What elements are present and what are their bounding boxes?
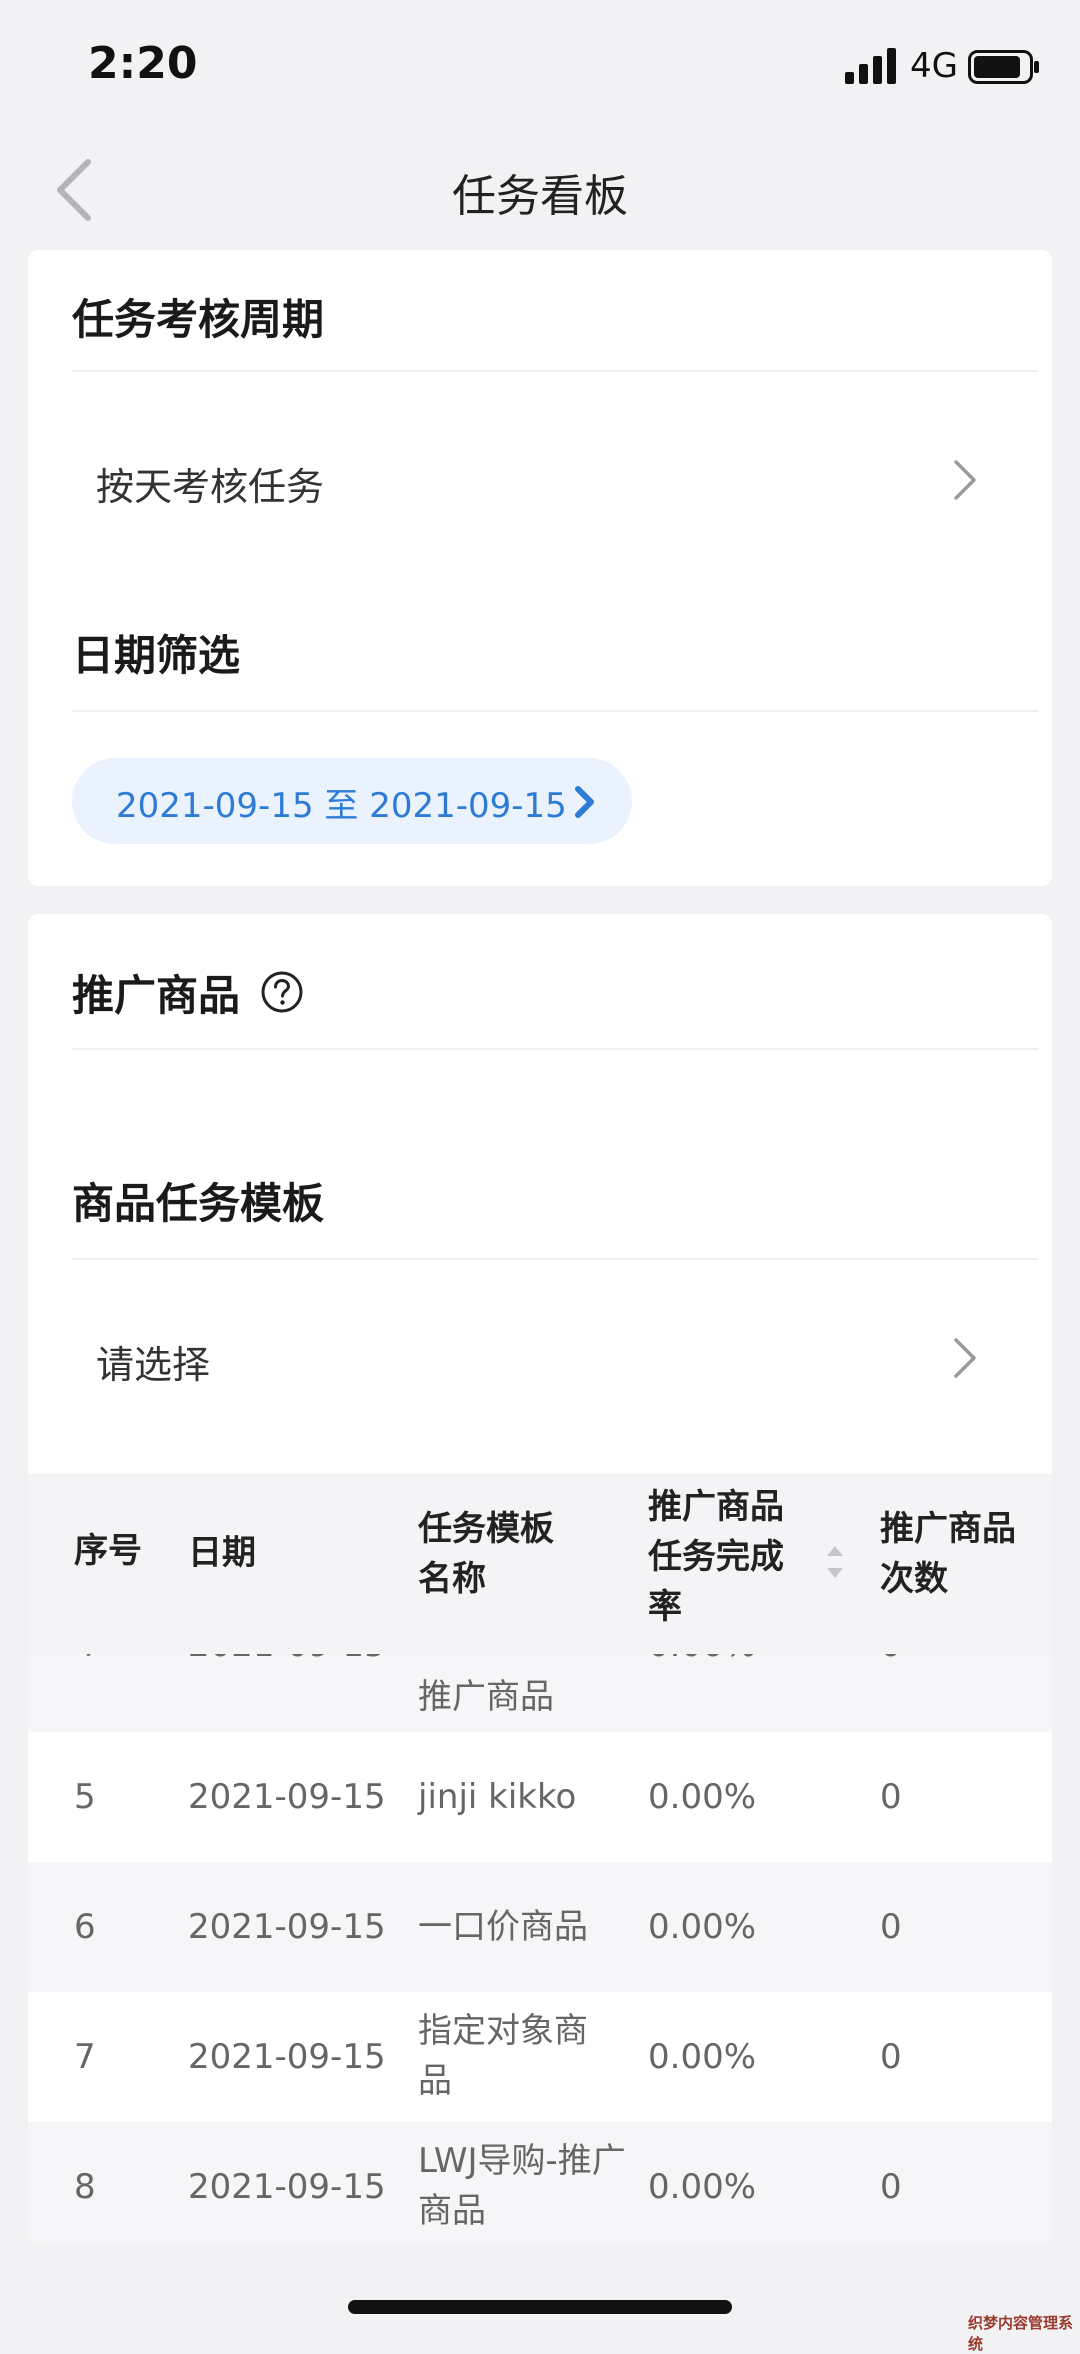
- cell-index: 7: [74, 2037, 96, 2077]
- cell-date: 2021-09-15: [188, 2167, 386, 2207]
- table-header: 序号 日期 任务模板名称 推广商品任务完成率 推广商品次数: [28, 1474, 1052, 1654]
- chevron-right-icon: [954, 460, 976, 500]
- divider: [72, 1048, 1038, 1050]
- cell-count: 0: [880, 2167, 902, 2207]
- cell-date: 2021-09-15: [188, 2037, 386, 2077]
- promo-goods-title: 推广商品: [72, 971, 241, 1020]
- goods-template-placeholder: 请选择: [96, 1343, 211, 1387]
- divider: [72, 370, 1038, 372]
- status-time: 2:20: [88, 38, 198, 89]
- home-indicator: [348, 2300, 732, 2314]
- cell-template-name: 指定对象商品: [418, 2011, 588, 2101]
- cell-index: 8: [74, 2167, 96, 2207]
- cell-index: 6: [74, 1907, 96, 1947]
- goods-template-title: 商品任务模板: [72, 1179, 325, 1228]
- chevron-right-icon: [575, 786, 594, 818]
- status-bar: 2:20 4G: [0, 0, 1080, 132]
- cell-template-name: 一口价商品: [418, 1907, 588, 1947]
- cell-index: 5: [74, 1777, 96, 1817]
- cell-completion-rate: 0.00%: [648, 2167, 757, 2207]
- cell-completion-rate: 0.00%: [648, 1777, 757, 1817]
- sort-icon[interactable]: [824, 1542, 846, 1582]
- watermark: 织梦内容管理系统: [968, 2314, 1074, 2353]
- signal-icon: [845, 48, 896, 84]
- cell-date: 2021-09-15: [188, 1907, 386, 1947]
- nav-bar: 任务看板: [0, 132, 1080, 244]
- header-completion-rate[interactable]: 推广商品任务完成率: [648, 1482, 798, 1632]
- goods-card: 推广商品 商品任务模板 请选择 序号 日期 任务模板名称 推广商品任务完成率 推…: [28, 914, 1052, 2244]
- date-range-button[interactable]: 2021-09-15 至 2021-09-15: [72, 758, 632, 844]
- header-template-name: 任务模板名称: [418, 1509, 554, 1599]
- date-filter-title: 日期筛选: [72, 631, 241, 680]
- cell-template-name: LWJ导购-推广商品: [418, 2141, 626, 2231]
- cell-template-name: 推广商品: [418, 1677, 554, 1717]
- header-index: 序号: [74, 1531, 142, 1571]
- cell-count: 0: [880, 1777, 902, 1817]
- header-count: 推广商品次数: [880, 1509, 1016, 1599]
- network-label: 4G: [910, 46, 958, 86]
- goods-template-select[interactable]: 请选择: [28, 1296, 1052, 1416]
- table-row[interactable]: 5 2021-09-15 jinji kikko 0.00% 0: [28, 1732, 1052, 1862]
- assessment-period-value: 按天考核任务: [96, 465, 325, 509]
- cell-completion-rate: 0.00%: [648, 2037, 757, 2077]
- assessment-period-title: 任务考核周期: [72, 295, 325, 344]
- table-row[interactable]: 6 2021-09-15 一口价商品 0.00% 0: [28, 1862, 1052, 1992]
- table-row[interactable]: 8 2021-09-15 LWJ导购-推广商品 0.00% 0: [28, 2122, 1052, 2244]
- assessment-period-select[interactable]: 按天考核任务: [28, 418, 1052, 538]
- date-range-text: 2021-09-15 至 2021-09-15: [116, 786, 567, 826]
- filter-card: 任务考核周期 按天考核任务 日期筛选 2021-09-15 至 2021-09-…: [28, 250, 1052, 886]
- cell-template-name: jinji kikko: [418, 1777, 577, 1817]
- divider: [72, 710, 1038, 712]
- divider: [72, 1258, 1038, 1260]
- chevron-right-icon: [954, 1338, 976, 1378]
- table-row[interactable]: 7 2021-09-15 指定对象商品 0.00% 0: [28, 1992, 1052, 2122]
- help-icon[interactable]: [260, 970, 304, 1014]
- cell-count: 0: [880, 2037, 902, 2077]
- cell-count: 0: [880, 1907, 902, 1947]
- header-date: 日期: [188, 1533, 256, 1573]
- page-title: 任务看板: [452, 171, 628, 222]
- battery-icon: [968, 50, 1039, 84]
- cell-date: 2021-09-15: [188, 1777, 386, 1817]
- cell-completion-rate: 0.00%: [648, 1907, 757, 1947]
